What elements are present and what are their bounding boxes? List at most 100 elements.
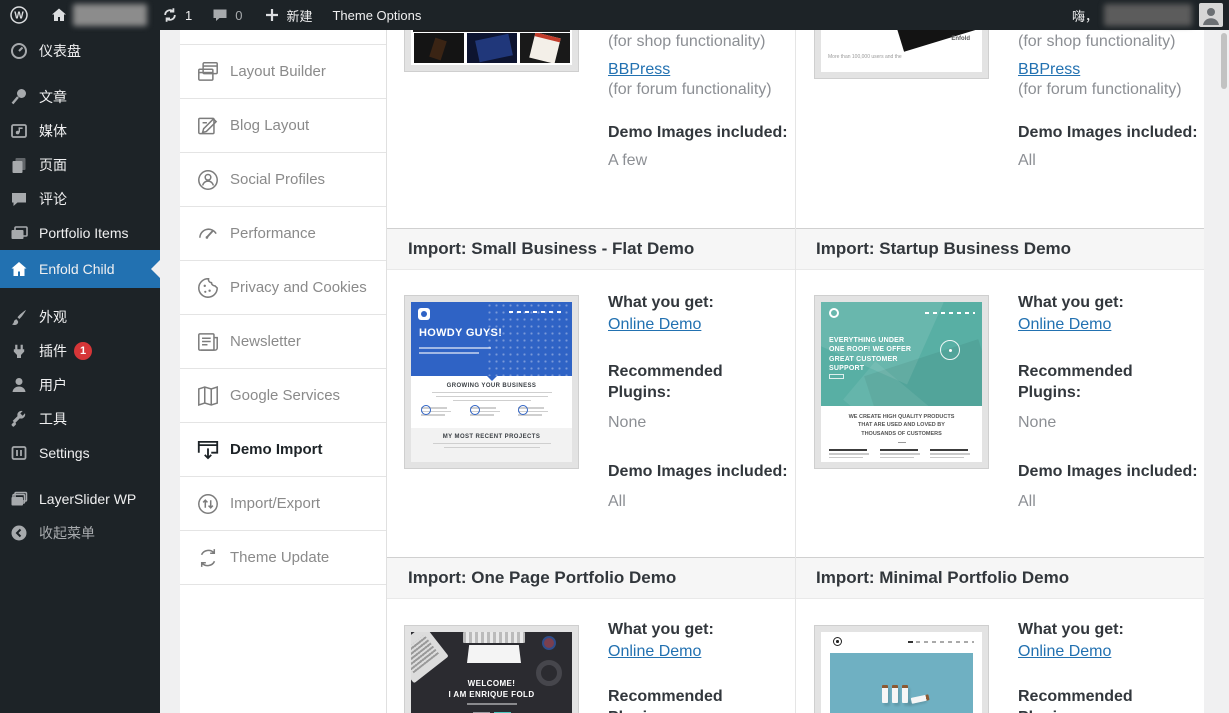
theme-options-button[interactable]: Theme Options [325,0,428,30]
sidebar-label: Settings [39,445,90,461]
demo-import-icon [197,440,219,459]
play-button-icon [940,340,960,360]
what-you-get-label: What you get: [608,621,714,638]
posts-pin-icon [11,89,26,105]
theme-update-refresh-icon [200,548,216,567]
avatar[interactable] [1199,3,1223,27]
sidebar-item-dashboard[interactable]: 仪表盘 [0,34,160,68]
menu-item-performance[interactable]: Performance [180,207,386,261]
import-export-icon [198,493,218,514]
thumb-logo [418,308,430,320]
bbpress-link[interactable]: BBPress [1018,61,1080,78]
sidebar-item-enfold-child[interactable]: Enfold Child [0,250,160,288]
minimal-portfolio-demo-screenshot [815,626,988,713]
sidebar-item-posts[interactable]: 文章 [0,80,160,114]
demo-info-minimal: What you get: Online Demo Recommended Pl… [1018,619,1198,713]
updates-button[interactable]: 1 [153,0,199,30]
sidebar-item-plugins[interactable]: 插件 1 [0,334,160,368]
menu-item-google-services[interactable]: Google Services [180,369,386,423]
menu-item-import-export[interactable]: Import/Export [180,477,386,531]
sidebar-label: 页面 [39,157,67,173]
menu-label: Performance [230,225,316,242]
sidebar-item-portfolio[interactable]: Portfolio Items [0,216,160,250]
thumb-section: WE CREATE HIGH QUALITY PRODUCTS THAT ARE… [821,406,982,462]
online-demo-link[interactable]: Online Demo [608,316,701,333]
sidebar-item-media[interactable]: 媒体 [0,114,160,148]
sidebar-label: 工具 [39,411,67,427]
bbpress-link[interactable]: BBPress [608,61,670,78]
menu-item-privacy-cookies[interactable]: Privacy and Cookies [180,261,386,315]
thumb-section: GROWING YOUR BUSINESS [411,376,572,428]
sidebar-label: 外观 [39,309,67,325]
comments-button[interactable]: 0 [203,0,249,30]
thumb-logo [833,637,842,646]
thumb-hero: EVERYTHING UNDER ONE ROOF! WE OFFER GREA… [821,302,982,406]
sidebar-item-collapse-menu[interactable]: 收起菜单 [0,516,160,550]
admin-sidebar: 仪表盘 文章 媒体 页面 评论 Portfolio Items Enfold C… [0,30,160,713]
username-redacted [1104,4,1192,26]
layout-builder-icon [198,61,218,81]
demo-images-value: All [608,493,626,510]
thumb-section-title: GROWING YOUR BUSINESS [446,383,537,389]
sidebar-item-tools[interactable]: 工具 [0,402,160,436]
sidebar-item-users[interactable]: 用户 [0,368,160,402]
site-name-redacted [73,4,147,26]
recommended-plugins-label: Recommended Plugins: [608,688,723,713]
recommended-plugins-label: Recommended Plugins: [1018,688,1133,713]
menu-item-social-profiles[interactable]: Social Profiles [180,153,386,207]
demo-images-value: All [1018,152,1036,169]
menu-label: Demo Import [230,441,323,458]
thumb-hero [830,653,973,713]
sidebar-item-pages[interactable]: 页面 [0,148,160,182]
update-icon [164,8,176,22]
sidebar-label: Portfolio Items [39,225,129,241]
home-icon [52,8,66,21]
monitor-shape [467,645,521,663]
portfolio-icon [11,226,28,239]
wordpress-menu-button[interactable]: W [2,0,36,30]
menu-item-demo-import[interactable]: Demo Import [180,423,386,477]
blog-layout-icon [198,117,218,134]
thumb-section: MY MOST RECENT PROJECTS [411,428,572,462]
sidebar-item-settings[interactable]: Settings [0,436,160,470]
menu-item-blog-layout[interactable]: Blog Layout [180,99,386,153]
menu-item-theme-update[interactable]: Theme Update [180,531,386,585]
menu-label: Newsletter [230,333,301,350]
theme-options-menu: Layout Builder Blog Layout Social Profil… [180,30,387,713]
forum-functionality-note: (for forum functionality) [1018,81,1182,98]
menu-label: Theme Update [230,549,330,566]
pages-icon [12,158,26,173]
tubes-shape [882,685,930,704]
site-link[interactable] [42,0,73,30]
sidebar-label: LayerSlider WP [39,491,137,507]
demo-images-value: All [1018,493,1036,510]
menu-item-newsletter[interactable]: Newsletter [180,315,386,369]
thumb-logo [829,308,839,318]
scrollbar-thumb[interactable] [1221,33,1227,89]
plugins-update-badge: 1 [74,342,92,360]
collapse-arrow-icon [11,525,27,541]
thumb-body-text: WE CREATE HIGH QUALITY PRODUCTS THAT ARE… [848,414,955,437]
demo-images-label: Demo Images included: [1018,463,1198,480]
dashboard-icon [11,43,27,59]
comment-bubble-icon [213,9,227,21]
sidebar-label: 评论 [39,191,67,207]
placeholder-text-lines [419,344,499,354]
sidebar-label: Enfold Child [39,261,115,277]
sidebar-item-appearance[interactable]: 外观 [0,300,160,334]
sidebar-item-comments[interactable]: 评论 [0,182,160,216]
demo-images-label: Demo Images included: [608,124,788,141]
menu-item-layout-builder[interactable]: Layout Builder [180,45,386,99]
thumbnail-caption: More than 100,000 users and the [828,54,902,60]
sidebar-item-layerslider[interactable]: LayerSlider WP [0,482,160,516]
thumb-nav [908,641,974,643]
online-demo-link[interactable]: Online Demo [1018,643,1111,660]
placeholder-text-lines [411,391,572,401]
new-content-button[interactable]: 新建 [255,0,319,30]
theme-options-label: Theme Options [332,7,422,23]
online-demo-link[interactable]: Online Demo [1018,316,1111,333]
online-demo-link[interactable]: Online Demo [608,643,701,660]
menu-label: Layout Builder [230,63,326,80]
section-title-startup: Import: Startup Business Demo [816,239,1072,258]
keyboard-shape [463,632,525,643]
